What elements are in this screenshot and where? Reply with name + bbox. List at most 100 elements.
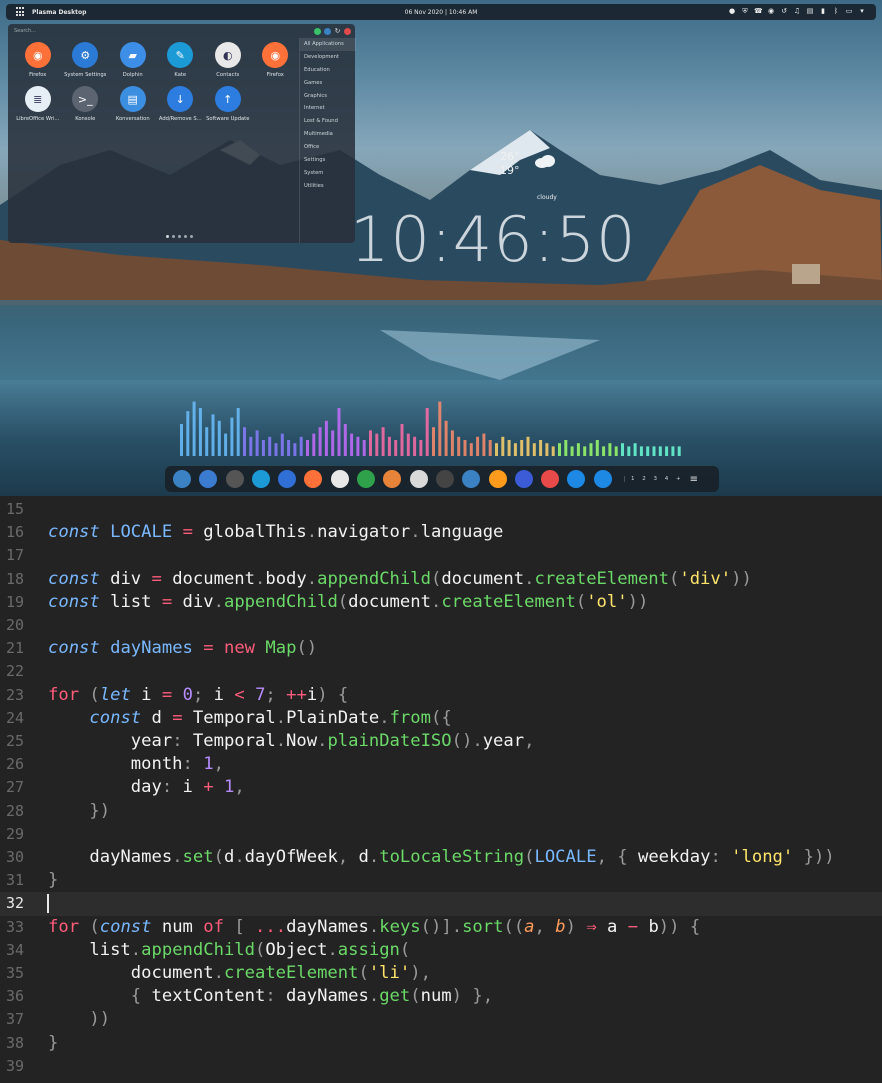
code-text: const d = Temporal.PlainDate.from({ bbox=[48, 707, 451, 730]
code-token: list bbox=[99, 591, 162, 612]
code-line[interactable]: 37 )) bbox=[0, 1008, 882, 1031]
phone-icon[interactable]: ☎ bbox=[754, 7, 763, 16]
code-line[interactable]: 38} bbox=[0, 1032, 882, 1055]
refresh-icon[interactable]: ↺ bbox=[780, 7, 788, 16]
bluetooth-icon[interactable]: ᛒ bbox=[832, 7, 840, 16]
visualizer-bar bbox=[526, 436, 530, 456]
app-launcher-item[interactable]: ▰ Dolphin bbox=[109, 42, 157, 78]
category-item[interactable]: Graphics bbox=[300, 90, 356, 103]
dock-app-icon[interactable] bbox=[462, 470, 481, 488]
code-line[interactable]: 35 document.createElement('li'), bbox=[0, 962, 882, 985]
app-launcher-item[interactable]: ↓ Add/Remove S... bbox=[157, 86, 205, 122]
code-line[interactable]: 25 year: Temporal.Now.plainDateISO().yea… bbox=[0, 730, 882, 753]
code-line[interactable]: 33 for (const num of [ ...dayNames.keys()… bbox=[0, 916, 882, 939]
dock-app-icon[interactable] bbox=[304, 470, 323, 488]
app-label: Contacts bbox=[216, 72, 240, 78]
chevron-down-icon[interactable]: ▾ bbox=[858, 7, 866, 16]
clipboard-icon[interactable]: ▤ bbox=[806, 7, 814, 16]
code-token: const bbox=[89, 707, 142, 728]
code-line[interactable]: 26 month: 1, bbox=[0, 753, 882, 776]
monitor-icon[interactable]: ▭ bbox=[845, 7, 853, 16]
code-token: ⇒ bbox=[586, 916, 597, 937]
current-code-line[interactable]: 32 bbox=[0, 892, 882, 916]
dock-app-icon[interactable] bbox=[251, 470, 270, 488]
code-line[interactable]: 31} bbox=[0, 869, 882, 892]
shield-icon[interactable]: ⛨ bbox=[741, 7, 749, 16]
page-indicator[interactable] bbox=[166, 235, 193, 238]
dock-app-icon[interactable] bbox=[330, 470, 349, 488]
headphones-icon[interactable]: ♫ bbox=[793, 7, 801, 16]
code-line[interactable]: 19 const list = div.appendChild(document.… bbox=[0, 591, 882, 614]
code-line[interactable]: 28 }) bbox=[0, 800, 882, 823]
code-line[interactable]: 18 const div = document.body.appendChild(… bbox=[0, 568, 882, 591]
code-token: { bbox=[689, 916, 701, 937]
code-line[interactable]: 29 bbox=[0, 823, 882, 846]
dock-app-icon[interactable] bbox=[541, 470, 560, 488]
power-icon[interactable] bbox=[314, 28, 321, 35]
category-item[interactable]: Utilities bbox=[300, 180, 356, 193]
category-item[interactable]: Education bbox=[300, 64, 356, 77]
category-item[interactable]: Lost & Found bbox=[300, 115, 356, 128]
dock-app-icon[interactable] bbox=[225, 470, 244, 488]
code-token: = bbox=[151, 568, 162, 589]
code-line[interactable]: 36 { textContent: dayNames.get(num) }, bbox=[0, 985, 882, 1008]
category-item[interactable]: Internet bbox=[300, 102, 356, 115]
code-line[interactable]: 22 bbox=[0, 660, 882, 683]
record-icon[interactable]: ◉ bbox=[767, 7, 775, 16]
dock-app-icon[interactable] bbox=[383, 470, 402, 488]
code-line[interactable]: 23 for (let i = 0; i < 7; ++i) { bbox=[0, 684, 882, 707]
dot-icon[interactable]: ● bbox=[728, 7, 736, 16]
dock-app-icon[interactable] bbox=[278, 470, 297, 488]
dock-app-icon[interactable] bbox=[409, 470, 428, 488]
app-grid-icon[interactable] bbox=[16, 7, 26, 17]
app-launcher-item[interactable]: ▤ Konversation bbox=[109, 86, 157, 122]
app-launcher-item[interactable]: ✎ Kate bbox=[157, 42, 205, 78]
dock-app-icon[interactable] bbox=[435, 470, 454, 488]
launcher-search-input[interactable]: Search... bbox=[14, 28, 36, 34]
workspace-switcher[interactable]: 1 2 3 4 + bbox=[624, 476, 684, 482]
app-launcher-item[interactable]: ≣ LibreOffice Wri... bbox=[14, 86, 62, 122]
code-token: appendChild bbox=[141, 939, 255, 960]
dock-app-icon[interactable] bbox=[199, 470, 218, 488]
dock-app-icon[interactable] bbox=[357, 470, 376, 488]
battery-icon[interactable]: ▮ bbox=[819, 7, 827, 16]
code-editor[interactable]: 15 16 const LOCALE = globalThis.navigator.… bbox=[0, 496, 882, 1083]
code-line[interactable]: 39 bbox=[0, 1055, 882, 1078]
dock-app-icon[interactable] bbox=[567, 470, 586, 488]
menu-icon[interactable]: ≡ bbox=[690, 474, 698, 485]
category-item[interactable]: Office bbox=[300, 141, 356, 154]
dock-app-icon[interactable] bbox=[593, 470, 612, 488]
app-launcher-item[interactable]: >_ Konsole bbox=[62, 86, 110, 122]
code-line[interactable]: 20 bbox=[0, 614, 882, 637]
dock-app-icon[interactable] bbox=[514, 470, 533, 488]
code-token: . bbox=[368, 986, 380, 1007]
code-line[interactable]: 27 day: i + 1, bbox=[0, 776, 882, 799]
app-launcher-item[interactable]: ◉ Firefox bbox=[14, 42, 62, 78]
category-item[interactable]: Settings bbox=[300, 154, 356, 167]
code-token: ( bbox=[410, 986, 421, 1007]
temperature-low: 19° bbox=[500, 164, 520, 177]
code-line[interactable]: 34 list.appendChild(Object.assign( bbox=[0, 939, 882, 962]
dock-app-icon[interactable] bbox=[488, 470, 507, 488]
app-label: Dolphin bbox=[122, 72, 143, 78]
code-line[interactable]: 21 const dayNames = new Map() bbox=[0, 637, 882, 660]
code-line[interactable]: 17 bbox=[0, 544, 882, 567]
category-item[interactable]: System bbox=[300, 167, 356, 180]
app-launcher-item[interactable]: ◉ Firefox bbox=[252, 42, 300, 78]
category-item[interactable]: Games bbox=[300, 77, 356, 90]
dock-app-icon[interactable] bbox=[173, 470, 191, 488]
category-item[interactable]: Development bbox=[300, 51, 356, 64]
app-launcher-item[interactable]: ⚙ System Settings bbox=[62, 42, 110, 78]
code-line[interactable]: 24 const d = Temporal.PlainDate.from({ bbox=[0, 707, 882, 730]
code-token: let bbox=[99, 684, 131, 705]
restart-icon[interactable]: ↻ bbox=[334, 28, 341, 35]
code-line[interactable]: 30 dayNames.set(d.dayOfWeek, d.toLocaleS… bbox=[0, 846, 882, 869]
close-icon[interactable] bbox=[344, 28, 351, 35]
code-line[interactable]: 16 const LOCALE = globalThis.navigator.la… bbox=[0, 521, 882, 544]
code-line[interactable]: 15 bbox=[0, 498, 882, 521]
category-item[interactable]: All Applications bbox=[300, 38, 356, 51]
category-item[interactable]: Multimedia bbox=[300, 128, 356, 141]
app-launcher-item[interactable]: ◐ Contacts bbox=[204, 42, 252, 78]
lock-icon[interactable] bbox=[324, 28, 331, 35]
app-launcher-item[interactable]: ↑ Software Update bbox=[204, 86, 252, 122]
